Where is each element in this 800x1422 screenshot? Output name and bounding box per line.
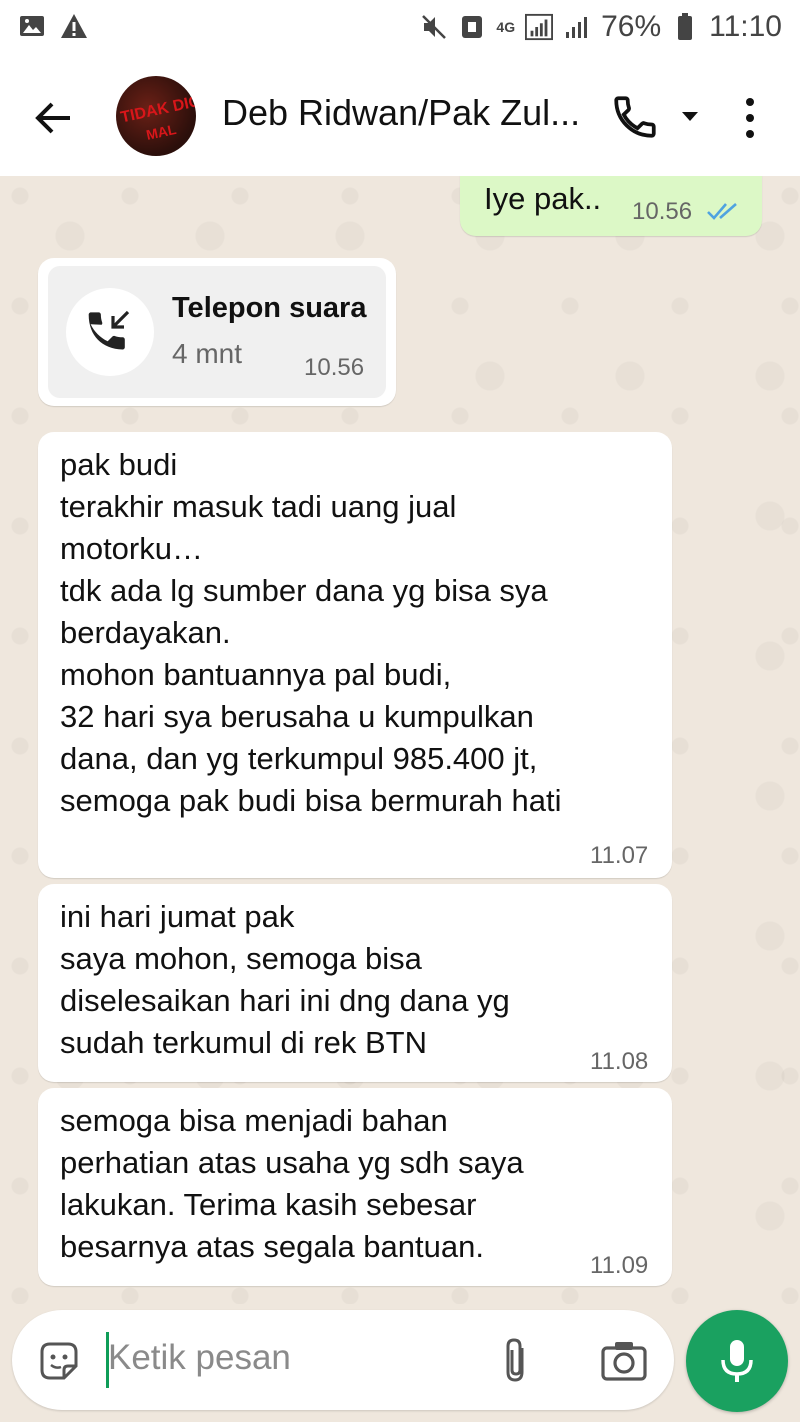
message-input-placeholder[interactable]: Ketik pesan: [108, 1338, 291, 1378]
warning-icon: [60, 12, 88, 40]
more-options-icon[interactable]: [740, 94, 760, 142]
message-time: 10.56: [304, 354, 365, 381]
read-receipt-icon: [706, 200, 742, 222]
status-bar: 4G 76% 11:10: [0, 0, 800, 56]
attachment-icon[interactable]: [498, 1336, 534, 1386]
incoming-message[interactable]: pak budi terakhir masuk tadi uang jual m…: [38, 432, 672, 878]
contact-name[interactable]: Deb Ridwan/Pak Zul...: [222, 92, 592, 134]
network-type-label: 4G: [496, 19, 516, 35]
microphone-icon: [721, 1340, 753, 1382]
clock: 11:10: [709, 10, 782, 43]
sticker-icon[interactable]: [36, 1338, 82, 1384]
contact-avatar[interactable]: TIDAK DICA MAL: [116, 76, 196, 156]
back-arrow-icon[interactable]: [30, 94, 78, 142]
message-list[interactable]: Iye pak.. 10.56 Telepon suara 4 mnt 10.5…: [0, 176, 800, 1304]
voice-call-message[interactable]: Telepon suara 4 mnt 10.56: [38, 258, 396, 406]
signal-bars-icon: [563, 13, 591, 41]
voice-call-card[interactable]: Telepon suara 4 mnt 10.56: [48, 266, 386, 398]
voice-record-button[interactable]: [686, 1310, 788, 1412]
message-text: Iye pak..: [484, 181, 602, 216]
avatar-text-line-1: TIDAK DICA: [119, 90, 196, 127]
nfc-icon: [458, 13, 486, 41]
message-text: pak budi terakhir masuk tadi uang jual m…: [60, 447, 562, 818]
incoming-message[interactable]: semoga bisa menjadi bahan perhatian atas…: [38, 1088, 672, 1286]
message-time: 10.56: [632, 198, 693, 225]
message-time: 11.08: [590, 1048, 649, 1075]
avatar-text-line-2: MAL: [144, 121, 178, 143]
signal-icon: [525, 13, 554, 41]
phone-call-icon[interactable]: [610, 92, 660, 142]
battery-percent: 76%: [601, 10, 662, 43]
chat-header: TIDAK DICA MAL Deb Ridwan/Pak Zul...: [0, 56, 800, 176]
camera-icon[interactable]: [600, 1340, 648, 1382]
mute-icon: [420, 13, 448, 41]
message-time: 11.07: [590, 842, 649, 869]
call-title: Telepon suara: [172, 292, 367, 324]
call-options-dropdown-icon[interactable]: [678, 104, 702, 128]
gallery-notification-icon: [18, 12, 46, 40]
message-text: ini hari jumat pak saya mohon, semoga bi…: [60, 899, 510, 1060]
message-text: semoga bisa menjadi bahan perhatian atas…: [60, 1103, 524, 1264]
message-composer[interactable]: Ketik pesan: [12, 1310, 674, 1410]
message-time: 11.09: [590, 1252, 649, 1279]
outgoing-message[interactable]: Iye pak.. 10.56: [460, 176, 762, 236]
battery-icon: [671, 13, 699, 41]
incoming-call-icon: [66, 288, 154, 376]
incoming-message[interactable]: ini hari jumat pak saya mohon, semoga bi…: [38, 884, 672, 1082]
call-duration: 4 mnt: [172, 338, 243, 369]
